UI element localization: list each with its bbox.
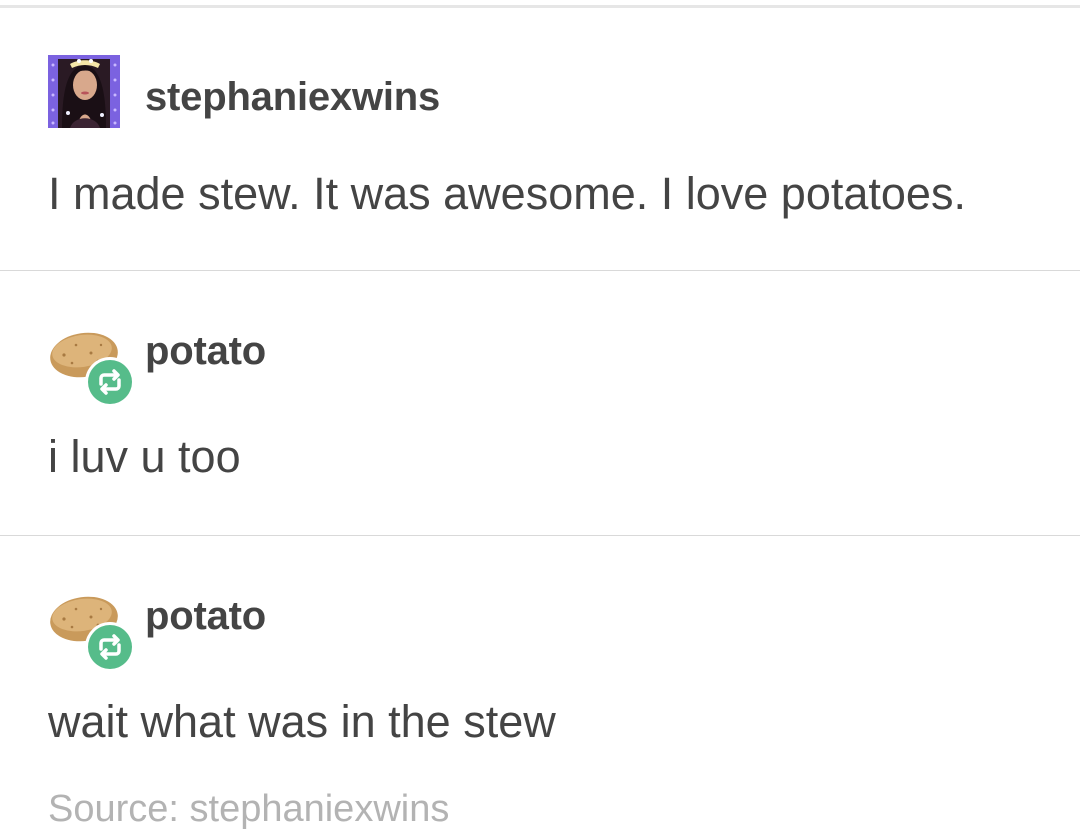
original-post: stephaniexwins I made stew. It was aweso… — [0, 0, 1080, 270]
post-username[interactable]: stephaniexwins — [145, 75, 440, 120]
reblog-text: wait what was in the stew — [48, 696, 556, 747]
reblog-icon — [85, 622, 135, 672]
post-text: I made stew. It was awesome. I love pota… — [48, 168, 966, 219]
reblog-text: i luv u too — [48, 431, 241, 482]
user-avatar[interactable] — [48, 55, 120, 128]
reblog-username[interactable]: potato — [145, 329, 266, 374]
reblog-comment: potato i luv u too — [0, 271, 1080, 535]
source-link[interactable]: Source: stephaniexwins — [48, 788, 449, 831]
reblog-comment: potato wait what was in the stew Source:… — [0, 536, 1080, 830]
reblog-icon — [85, 357, 135, 407]
reblog-username[interactable]: potato — [145, 594, 266, 639]
